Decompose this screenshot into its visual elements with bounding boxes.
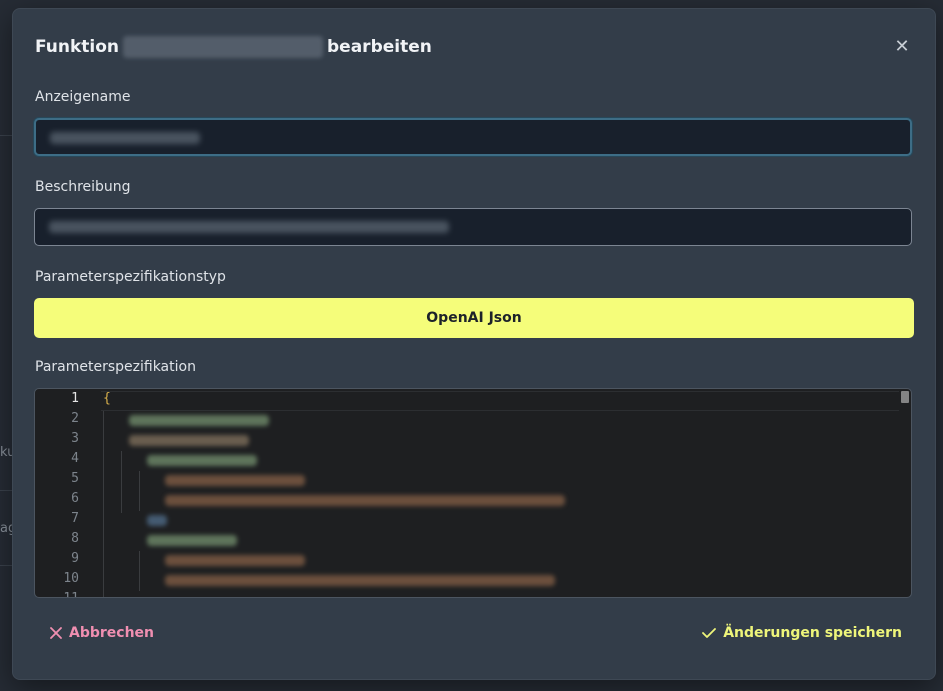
description-label: Beschreibung (35, 179, 131, 195)
line-number: 1 (71, 391, 79, 406)
redacted-code-line (129, 435, 249, 446)
cancel-label: Abbrechen (69, 625, 155, 641)
active-line-highlight (101, 391, 899, 411)
save-label: Änderungen speichern (723, 625, 902, 641)
background-divider (0, 135, 12, 136)
redacted-code-line (165, 475, 305, 486)
line-number: 8 (71, 531, 79, 546)
check-icon (702, 628, 717, 638)
redacted-code-line (129, 415, 269, 426)
close-icon: ✕ (894, 35, 910, 57)
code-content[interactable]: { (101, 389, 899, 597)
line-number-gutter: 1 2 3 4 5 6 7 8 9 10 11 (35, 389, 101, 597)
redacted-code-line (165, 555, 305, 566)
redacted-function-name (123, 36, 324, 58)
description-input[interactable] (34, 208, 912, 246)
redacted-value (50, 132, 200, 144)
indent-guide (103, 411, 104, 597)
param-spec-label: Parameterspezifikation (35, 359, 196, 375)
line-number: 10 (63, 571, 79, 586)
param-type-label: Parameterspezifikationstyp (35, 269, 226, 285)
line-number: 3 (71, 431, 79, 446)
dialog-title-suffix: bearbeiten (327, 37, 432, 57)
redacted-code-line (165, 575, 555, 586)
param-type-selector[interactable]: OpenAI Json (34, 298, 914, 338)
dialog-title: Funktion bearbeiten (35, 35, 917, 59)
background-divider (0, 565, 12, 566)
dialog-title-prefix: Funktion (35, 37, 120, 57)
indent-guide (139, 471, 140, 511)
cancel-button[interactable]: Abbrechen (49, 625, 154, 641)
code-editor[interactable]: 1 2 3 4 5 6 7 8 9 10 11 { (34, 388, 912, 598)
editor-scrollbar[interactable] (901, 391, 909, 403)
line-number: 5 (71, 471, 79, 486)
redacted-code-line (147, 535, 237, 546)
line-number: 11 (63, 591, 79, 597)
line-number: 9 (71, 551, 79, 566)
close-button[interactable]: ✕ (891, 35, 913, 57)
redacted-code-line (147, 515, 167, 526)
display-name-input[interactable] (34, 118, 912, 156)
redacted-value (49, 221, 449, 233)
display-name-label: Anzeigename (35, 89, 131, 105)
open-brace: { (103, 391, 111, 406)
x-icon (50, 627, 62, 639)
line-number: 4 (71, 451, 79, 466)
background-divider (0, 490, 12, 491)
line-number: 6 (71, 491, 79, 506)
param-type-value: OpenAI Json (426, 310, 522, 326)
edit-function-dialog: Funktion bearbeiten ✕ Anzeigename Beschr… (12, 8, 936, 680)
line-number: 2 (71, 411, 79, 426)
line-number: 7 (71, 511, 79, 526)
redacted-code-line (147, 455, 257, 466)
indent-guide (139, 551, 140, 591)
indent-guide (121, 451, 122, 513)
save-changes-button[interactable]: Änderungen speichern (701, 625, 902, 641)
redacted-code-line (165, 495, 565, 506)
